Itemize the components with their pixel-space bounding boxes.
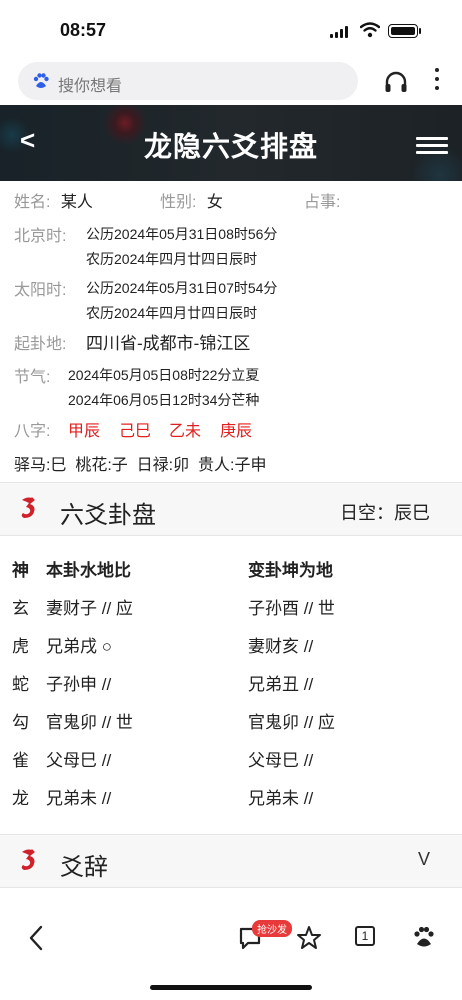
star-icon[interactable] bbox=[296, 925, 322, 951]
solar-term-2: 2024年06月05日12时34分芒种 bbox=[68, 392, 260, 408]
yaoci-section-title: 爻辞 bbox=[60, 854, 108, 881]
baidu-paw-icon bbox=[33, 73, 49, 88]
row-shen: 雀 bbox=[12, 751, 29, 770]
rikong-value: 日空：辰巳 bbox=[340, 503, 430, 523]
cellular-signal-icon bbox=[330, 26, 350, 38]
row-main: 官鬼卯 // 世 bbox=[46, 713, 133, 732]
row-main: 父母巳 // bbox=[46, 751, 112, 770]
row-main: 兄弟未 // bbox=[46, 789, 112, 808]
search-placeholder: 搜你想看 bbox=[58, 78, 123, 95]
beijing-lunar: 农历2024年四月廿四日辰时 bbox=[86, 251, 258, 267]
bazi-day: 乙未 bbox=[169, 423, 202, 440]
gender-row: 性别: 女 bbox=[160, 188, 223, 212]
row-main: 子孙申 // bbox=[46, 675, 112, 694]
headphones-icon[interactable] bbox=[383, 70, 409, 94]
name-value: 某人 bbox=[60, 194, 93, 211]
row-change: 父母巳 // bbox=[248, 751, 314, 770]
matter-row: 占事: bbox=[304, 188, 340, 212]
yaoci-section-header[interactable]: 爻辞 V bbox=[0, 834, 462, 888]
row-change: 子孙酉 // 世 bbox=[248, 599, 335, 618]
beijing-solar: 公历2024年05月31日08时56分 bbox=[86, 226, 278, 242]
row-main: 兄弟戌 ○ bbox=[46, 637, 112, 656]
home-indicator bbox=[150, 985, 312, 990]
matter-label: 占事: bbox=[304, 194, 341, 211]
row-shen: 龙 bbox=[12, 789, 29, 808]
back-nav-icon[interactable] bbox=[28, 925, 44, 951]
hexagram-section-title: 六爻卦盘 bbox=[60, 502, 156, 529]
name-row: 姓名: 某人 bbox=[14, 188, 93, 212]
row-shen: 虎 bbox=[12, 637, 29, 656]
bazi-hour: 庚辰 bbox=[220, 423, 253, 440]
more-options-icon[interactable] bbox=[433, 68, 441, 94]
gender-label: 性别: bbox=[160, 194, 197, 211]
battery-icon bbox=[388, 24, 421, 38]
row-shen: 玄 bbox=[12, 599, 29, 618]
tabs-count-button[interactable]: 1 bbox=[355, 926, 375, 946]
col-header-main: 本卦水地比 bbox=[46, 561, 131, 580]
row-change: 官鬼卯 // 应 bbox=[248, 713, 335, 732]
row-change: 妻财亥 // bbox=[248, 637, 314, 656]
solar-time-label: 太阳时: bbox=[14, 282, 67, 299]
hexagram-section-header: 六爻卦盘 日空：辰巳 bbox=[0, 482, 462, 536]
row-shen: 勾 bbox=[12, 713, 29, 732]
row-shen: 蛇 bbox=[12, 675, 29, 694]
page-title: 龙隐六爻排盘 bbox=[143, 131, 318, 162]
bazi-month: 己巳 bbox=[119, 423, 152, 440]
shensha-row: 驿马:巳 桃花:子 日禄:卯 贵人:子申 bbox=[14, 457, 267, 474]
dragon-logo-icon bbox=[21, 497, 35, 518]
gender-value: 女 bbox=[206, 194, 223, 211]
bottom-navigation: 抢沙发 1 bbox=[0, 905, 462, 975]
beijing-time-label: 北京时: bbox=[14, 228, 67, 245]
bazi-label: 八字: bbox=[14, 423, 51, 440]
solar-time-solar: 公历2024年05月31日07时54分 bbox=[86, 280, 278, 296]
solar-time-lunar: 农历2024年四月廿四日辰时 bbox=[86, 305, 258, 321]
status-bar: 08:57 bbox=[0, 0, 462, 56]
col-header-change: 变卦坤为地 bbox=[248, 561, 333, 580]
name-label: 姓名: bbox=[14, 194, 51, 211]
solar-term-1: 2024年05月05日08时22分立夏 bbox=[68, 367, 260, 383]
bazi-year: 甲辰 bbox=[68, 423, 101, 440]
dragon-logo-icon bbox=[21, 849, 35, 870]
col-header-shen: 神 bbox=[12, 561, 29, 580]
wifi-icon bbox=[360, 22, 380, 38]
search-bar[interactable]: 搜你想看 bbox=[18, 62, 358, 100]
expand-toggle-icon[interactable]: V bbox=[418, 849, 430, 870]
place-label: 起卦地: bbox=[14, 336, 67, 353]
place-value: 四川省-成都市-锦江区 bbox=[86, 334, 251, 353]
status-time: 08:57 bbox=[60, 20, 107, 40]
solar-term-label: 节气: bbox=[14, 369, 51, 386]
row-change: 兄弟丑 // bbox=[248, 675, 314, 694]
row-change: 兄弟未 // bbox=[248, 789, 314, 808]
menu-icon[interactable] bbox=[416, 137, 448, 158]
app-header: < 龙隐六爻排盘 bbox=[0, 105, 462, 181]
row-main: 妻财子 // 应 bbox=[46, 599, 133, 618]
comment-badge: 抢沙发 bbox=[252, 920, 292, 937]
baidu-paw-icon[interactable] bbox=[412, 925, 436, 949]
